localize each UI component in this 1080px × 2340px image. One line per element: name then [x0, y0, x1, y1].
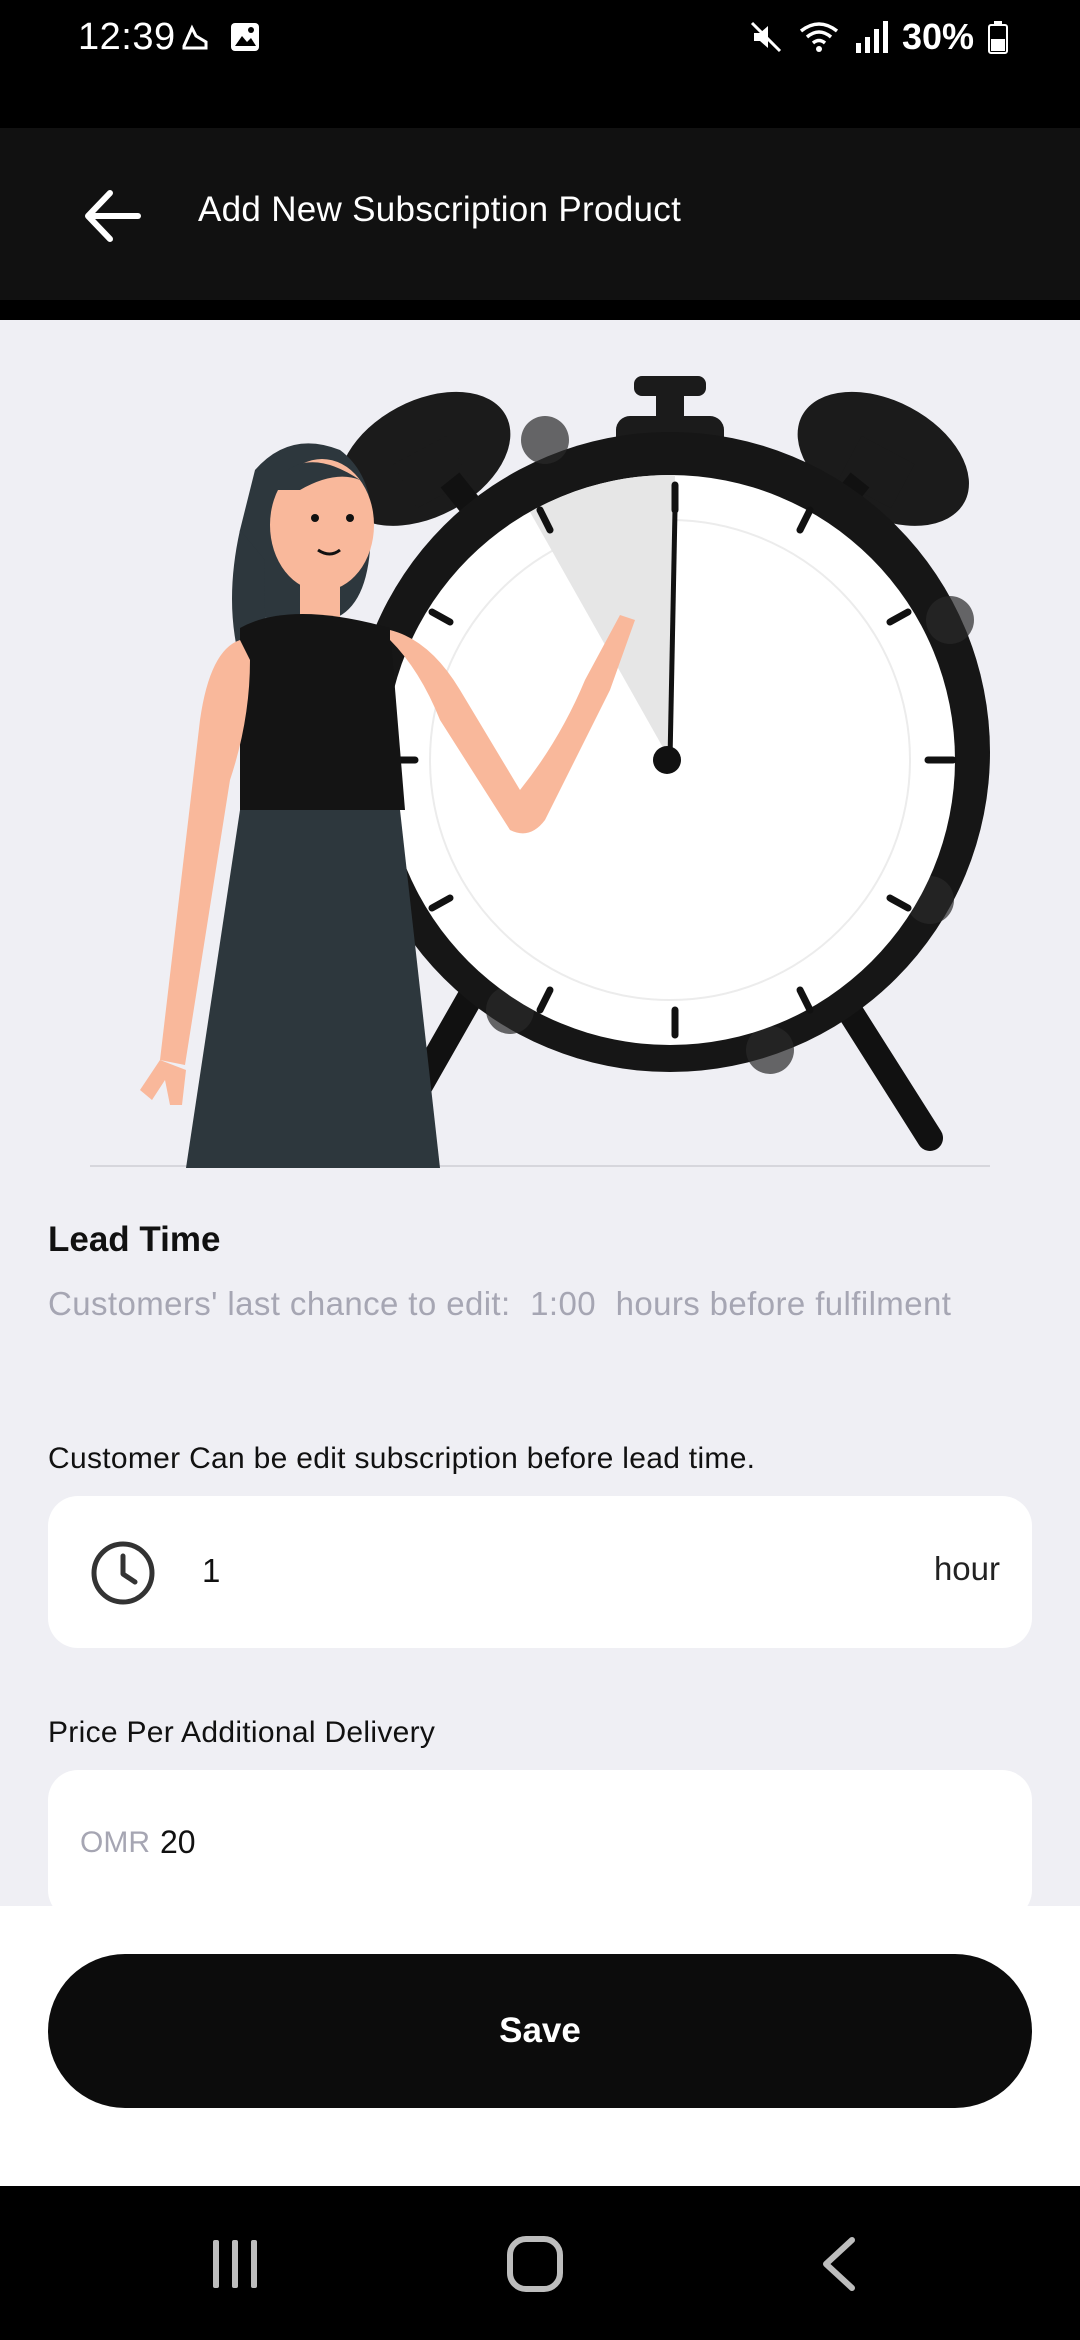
home-icon — [507, 2236, 563, 2292]
lead-time-unit: hour — [933, 1550, 1000, 1587]
arrow-left-icon — [85, 190, 141, 242]
clock-icon — [91, 1541, 155, 1605]
status-bar: 12:39 30% — [0, 0, 1080, 84]
back-icon — [823, 2237, 855, 2291]
app-bar-divider — [0, 300, 1080, 320]
sport-app-icon — [182, 24, 208, 50]
lead-time-input[interactable]: 1 — [202, 1552, 220, 1590]
lead-time-field-label: Customer Can be edit subscription before… — [48, 1442, 756, 1475]
price-field-label: Price Per Additional Delivery — [48, 1716, 436, 1749]
lead-time-desc-suffix: hours before fulfilment — [615, 1285, 952, 1322]
mute-icon — [750, 21, 781, 53]
status-right: 30% — [748, 16, 1008, 58]
lead-time-field[interactable]: 1 hour — [48, 1496, 1032, 1648]
save-button[interactable]: Save — [48, 1954, 1032, 2108]
lead-time-desc-prefix: Customers' last chance to edit: — [48, 1285, 511, 1322]
recents-icon — [213, 2240, 257, 2288]
lead-time-description: Customers' last chance to edit: 1:00 hou… — [48, 1280, 988, 1328]
status-time: 12:39 — [78, 16, 176, 58]
lead-time-desc-value: 1:00 — [530, 1285, 596, 1322]
home-button[interactable] — [490, 2224, 580, 2304]
battery-icon — [988, 21, 1008, 54]
wifi-icon — [799, 22, 839, 52]
app-bar: Add New Subscription Product — [0, 128, 1080, 300]
alarm-clock-illustration — [90, 376, 990, 1168]
currency-prefix: OMR — [80, 1826, 150, 1859]
bottom-action-panel: Save — [0, 1906, 1080, 2186]
lead-time-title: Lead Time — [48, 1220, 221, 1259]
content-area: Lead Time Customers' last chance to edit… — [0, 320, 1080, 1906]
signal-icon — [855, 21, 888, 53]
page-title: Add New Subscription Product — [198, 190, 682, 229]
back-button[interactable] — [72, 176, 152, 256]
status-left-icons — [178, 20, 262, 54]
image-icon — [231, 23, 259, 51]
battery-percent: 30% — [901, 16, 974, 57]
recents-button[interactable] — [190, 2224, 280, 2304]
price-field[interactable]: OMR 20 — [48, 1770, 1032, 1906]
price-input[interactable]: 20 — [160, 1824, 196, 1861]
system-nav-bar — [0, 2186, 1080, 2340]
nav-back-button[interactable] — [794, 2224, 884, 2304]
